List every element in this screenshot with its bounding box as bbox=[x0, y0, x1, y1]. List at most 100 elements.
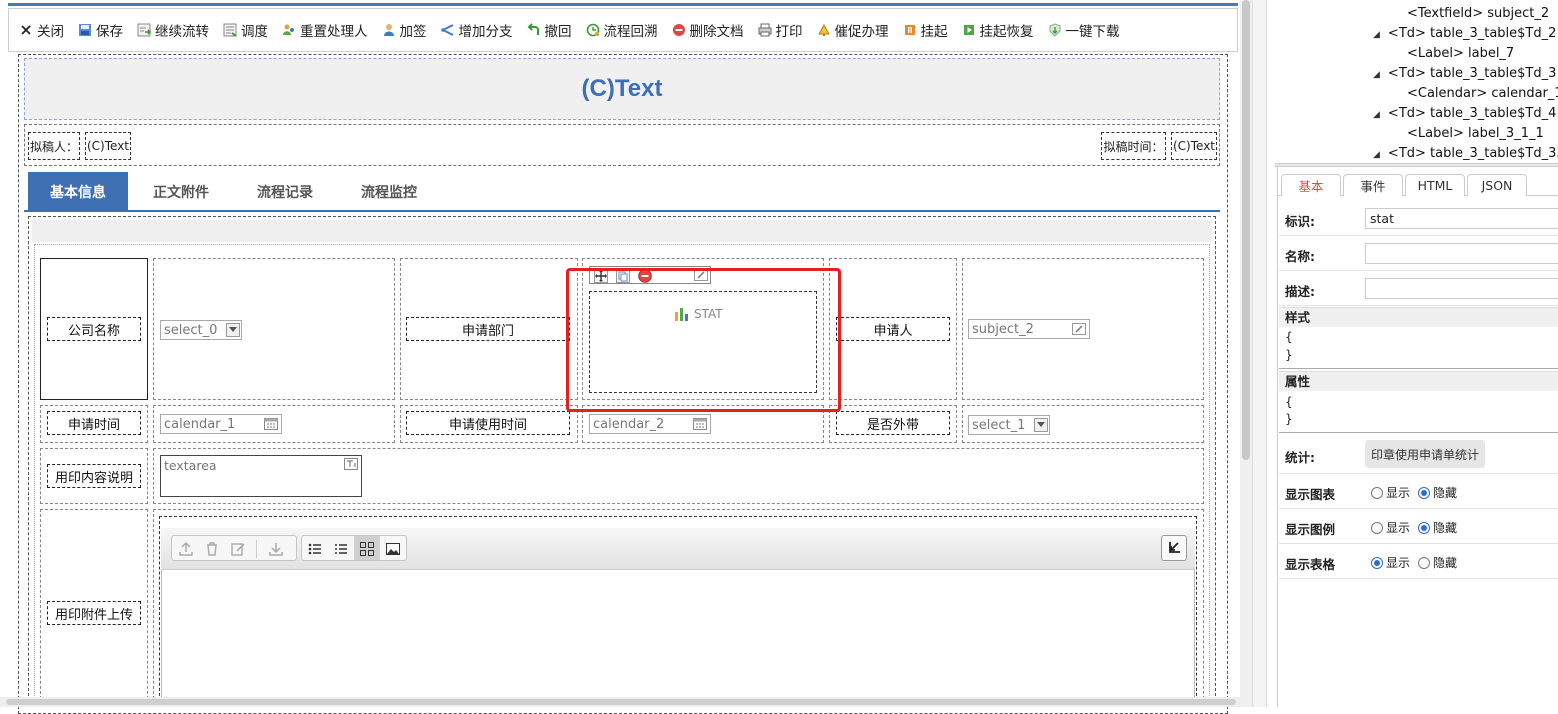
toolbar-button-save[interactable]: 保存 bbox=[78, 20, 123, 40]
tab-json[interactable]: JSON bbox=[1467, 174, 1527, 196]
toolbar-button-label: 一键下载 bbox=[1065, 24, 1120, 40]
rename-icon[interactable] bbox=[230, 541, 246, 557]
toolbar-button-label: 撤回 bbox=[544, 24, 572, 40]
option-label: 显示 bbox=[1386, 556, 1411, 570]
company-select[interactable]: select_0 bbox=[160, 320, 242, 340]
upload-file-area[interactable] bbox=[161, 570, 1195, 700]
prop-row-desc: 描述: bbox=[1279, 271, 1558, 306]
tree-node[interactable]: ◢ <Td> table_3_table$Td_2 bbox=[1373, 26, 1556, 41]
toolbar-button-delete[interactable]: 删除文档 bbox=[672, 20, 744, 40]
component-tree: <Textfield> subject_2 ◢ <Td> table_3_tabl… bbox=[1267, 0, 1558, 161]
urge-icon bbox=[817, 23, 830, 36]
tab-html[interactable]: HTML bbox=[1405, 174, 1465, 196]
show-chart-hide-option[interactable]: 隐藏 bbox=[1418, 484, 1457, 501]
toolbar-button-undo[interactable]: 撤回 bbox=[527, 20, 572, 40]
content-textarea[interactable]: textarea bbox=[160, 455, 362, 497]
expand-icon[interactable]: ◢ bbox=[1373, 70, 1380, 80]
name-input[interactable] bbox=[1365, 243, 1558, 264]
toolbar-button-forward[interactable]: 继续流转 bbox=[137, 20, 209, 40]
toolbar-button-trace[interactable]: 流程回溯 bbox=[586, 20, 658, 40]
expand-icon[interactable]: ◢ bbox=[1373, 150, 1380, 160]
toolbar-button-dispatch[interactable]: 调度 bbox=[223, 20, 268, 40]
apply-time-label: 申请时间 bbox=[47, 411, 141, 435]
company-label: 公司名称 bbox=[47, 317, 141, 341]
tab-attachments[interactable]: 正文附件 bbox=[136, 172, 226, 212]
tree-node[interactable]: <Label> label_3_1_1 bbox=[1407, 126, 1544, 141]
download-icon[interactable] bbox=[268, 541, 284, 557]
tree-node[interactable]: ◢ <Td> table_3_table$Td_33 bbox=[1373, 146, 1558, 161]
toolbar-button-urge[interactable]: 催促办理 bbox=[817, 20, 889, 40]
tab-basic[interactable]: 基本 bbox=[1281, 174, 1341, 196]
radio-button[interactable] bbox=[1418, 556, 1431, 569]
id-input[interactable]: stat bbox=[1365, 208, 1558, 229]
collapse-button[interactable] bbox=[1161, 535, 1187, 561]
toolbar-button-reset-handler[interactable]: 重置处理人 bbox=[282, 20, 368, 40]
stat-config-button[interactable]: 印章使用申请单统计 bbox=[1365, 440, 1486, 468]
expand-icon[interactable]: ◢ bbox=[1373, 30, 1380, 40]
radio-button-selected[interactable] bbox=[1418, 486, 1431, 499]
show-legend-hide-option[interactable]: 隐藏 bbox=[1418, 519, 1457, 536]
vertical-scroll-thumb[interactable] bbox=[1242, 0, 1250, 460]
form-header[interactable]: (C)Text bbox=[24, 58, 1220, 120]
radio-button-selected[interactable] bbox=[1418, 521, 1431, 534]
toolbar-button-print[interactable]: 打印 bbox=[758, 20, 803, 40]
toolbar-button-resume[interactable]: 挂起恢复 bbox=[962, 20, 1034, 40]
drafter-row bbox=[24, 124, 1220, 166]
toolbar-button-label: 关闭 bbox=[37, 24, 64, 40]
show-table-show-option[interactable]: 显示 bbox=[1371, 554, 1410, 571]
tree-node[interactable]: <Calendar> calendar_1 bbox=[1407, 86, 1558, 101]
toolbar-button-branch[interactable]: 增加分支 bbox=[440, 20, 513, 40]
tab-flow-monitor[interactable]: 流程监控 bbox=[344, 172, 434, 212]
applicant-field-value: subject_2 bbox=[972, 321, 1034, 337]
tree-splitter[interactable] bbox=[1275, 163, 1558, 167]
toolbar-button-pause[interactable]: 挂起 bbox=[903, 20, 948, 40]
tree-node[interactable]: ◢ <Td> table_3_table$Td_3 bbox=[1373, 66, 1556, 81]
applicant-field[interactable]: subject_2 bbox=[968, 319, 1090, 339]
toolbar-divider bbox=[256, 540, 257, 558]
show-table-hide-option[interactable]: 隐藏 bbox=[1418, 554, 1457, 571]
vertical-scrollbar[interactable] bbox=[1240, 0, 1252, 707]
name-label: 名称: bbox=[1285, 249, 1315, 264]
horizontal-scrollbar[interactable] bbox=[0, 697, 1240, 707]
view-mode-group bbox=[301, 535, 407, 561]
tab-basic-info[interactable]: 基本信息 bbox=[28, 172, 128, 212]
use-time-field-value: calendar_2 bbox=[593, 416, 665, 432]
attach-label: 用印附件上传 bbox=[47, 601, 141, 625]
toolbar-button-add-sign[interactable]: 加签 bbox=[382, 20, 427, 40]
tree-node[interactable]: ◢ <Td> table_3_table$Td_41 bbox=[1373, 106, 1558, 121]
toolbar-button-download[interactable]: 一键下载 bbox=[1048, 20, 1120, 40]
tree-node[interactable]: <Textfield> subject_2 bbox=[1407, 6, 1549, 21]
show-chart-show-option[interactable]: 显示 bbox=[1371, 484, 1410, 501]
external-select[interactable]: select_1 bbox=[968, 415, 1050, 435]
horizontal-scroll-thumb[interactable] bbox=[6, 699, 1236, 705]
show-table-label: 显示表格 bbox=[1285, 557, 1336, 572]
desc-input[interactable] bbox=[1365, 278, 1558, 299]
image-view-icon[interactable] bbox=[385, 541, 401, 557]
calendar-icon[interactable] bbox=[264, 418, 278, 430]
radio-button[interactable] bbox=[1371, 521, 1383, 534]
calendar-icon[interactable] bbox=[693, 418, 707, 430]
show-legend-label: 显示图例 bbox=[1285, 522, 1336, 537]
radio-button-selected[interactable] bbox=[1371, 556, 1383, 569]
tab-events[interactable]: 事件 bbox=[1343, 174, 1403, 196]
tree-node[interactable]: <Label> label_7 bbox=[1407, 46, 1514, 61]
list-view-icon[interactable] bbox=[307, 541, 323, 557]
grid-view-icon[interactable] bbox=[359, 541, 375, 557]
close-icon bbox=[21, 25, 31, 35]
tab-flow-records[interactable]: 流程记录 bbox=[240, 172, 330, 212]
reset-handler-icon bbox=[283, 24, 294, 35]
properties-panel: <Textfield> subject_2 ◢ <Td> table_3_tabl… bbox=[1266, 0, 1558, 707]
radio-button[interactable] bbox=[1371, 486, 1383, 499]
panel-splitter[interactable] bbox=[1252, 0, 1266, 707]
toolbar-button-label: 打印 bbox=[775, 24, 803, 40]
show-legend-show-option[interactable]: 显示 bbox=[1371, 519, 1410, 536]
apply-time-field[interactable]: calendar_1 bbox=[160, 414, 282, 434]
detail-view-icon[interactable] bbox=[333, 541, 349, 557]
textarea-icon bbox=[344, 458, 358, 470]
trash-icon[interactable] bbox=[204, 541, 220, 557]
expand-icon[interactable]: ◢ bbox=[1373, 110, 1380, 120]
toolbar-button-close[interactable]: 关闭 bbox=[19, 20, 64, 40]
use-time-field[interactable]: calendar_2 bbox=[589, 414, 711, 434]
applicant-label: 申请人 bbox=[836, 317, 950, 341]
upload-icon[interactable] bbox=[178, 541, 194, 557]
